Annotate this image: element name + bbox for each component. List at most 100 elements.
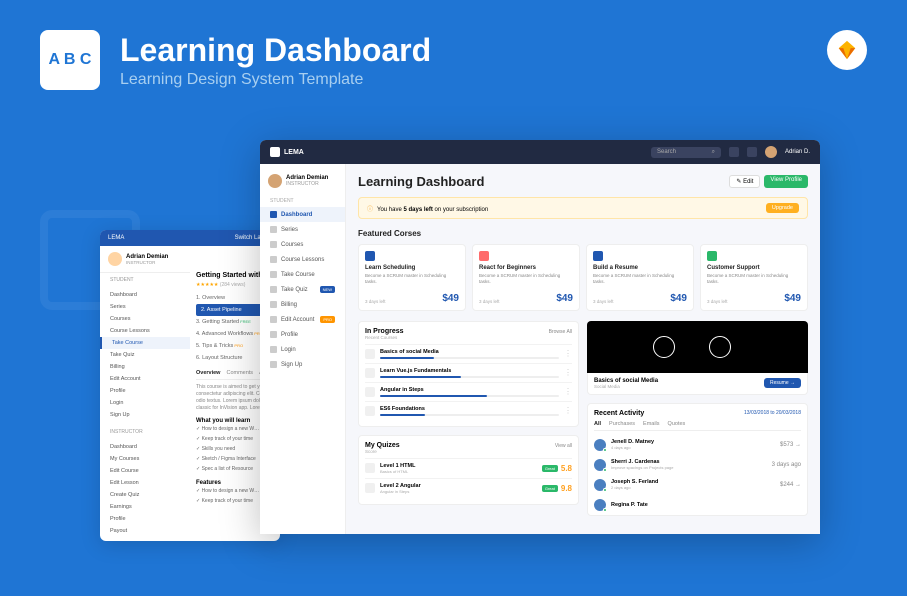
course-icon (365, 406, 375, 416)
sidebar-item-series[interactable]: Series (260, 222, 345, 237)
page-title: Learning Dashboard (358, 174, 484, 189)
sidebar-item-edit-account[interactable]: Edit AccountPRO (260, 312, 345, 327)
info-icon: ⓘ (367, 207, 373, 213)
back-brand: LEMA (108, 235, 124, 241)
view-all-link[interactable]: View all (555, 443, 572, 449)
nav-icon (270, 256, 277, 263)
nav-icon (270, 301, 277, 308)
card-desc: Become a SCRUM master in Scheduling task… (707, 273, 801, 285)
nav-icon (270, 346, 277, 353)
sidebar-item-sign-up[interactable]: Sign Up (260, 357, 345, 372)
progress-panel: In ProgressRecent Courses Browse All Bas… (358, 321, 579, 427)
hero: A B C Learning Dashboard Learning Design… (0, 0, 907, 120)
card-desc: Become a SCRUM master in Scheduling task… (593, 273, 687, 285)
price: $49 (670, 293, 687, 304)
search-input[interactable]: Search⌕ (651, 147, 721, 158)
view-profile-button[interactable]: View Profile (764, 175, 808, 188)
date-range[interactable]: 13/03/2018 to 20/03/2018 (744, 410, 801, 416)
score: 5.8 (561, 464, 572, 473)
sidebar-item-billing[interactable]: Billing (260, 297, 345, 312)
mockup-back: LEMA Switch Layout Adrian DemianINSTRUCT… (100, 230, 280, 541)
logo[interactable]: LEMA (270, 147, 304, 157)
nav-icon (270, 361, 277, 368)
days-left: 3 days left (593, 299, 614, 304)
more-icon[interactable]: ⋮ (564, 406, 572, 415)
avatar[interactable] (765, 146, 777, 158)
sidebar-item-login[interactable]: Login (260, 342, 345, 357)
nav-icon (270, 331, 277, 338)
activity-item[interactable]: Regina P. Tate (594, 495, 801, 515)
card-icon (479, 251, 489, 261)
calendar-icon[interactable] (747, 147, 757, 157)
days-left: 3 days left (707, 299, 728, 304)
nav-icon (270, 271, 277, 278)
badge: PRO (320, 316, 335, 323)
activity-price: $244 → (780, 482, 801, 488)
course-card[interactable]: Build a ResumeBecome a SCRUM master in S… (586, 244, 694, 311)
tab[interactable]: Overview (196, 370, 220, 376)
user-role: INSTRUCTOR (286, 181, 328, 187)
sidebar-label: STUDENT (260, 192, 345, 207)
progress-item[interactable]: Basics of social Media⋮ (365, 344, 572, 363)
search-icon: ⌕ (712, 149, 715, 156)
tab-all[interactable]: All (594, 421, 601, 427)
sidebar-item-dashboard[interactable]: Dashboard (260, 207, 345, 222)
nav-icon (270, 316, 277, 323)
card-desc: Become a SCRUM master in Scheduling task… (479, 273, 573, 285)
back-user-role: INSTRUCTOR (126, 260, 168, 265)
avatar (594, 439, 606, 451)
sidebar-user[interactable]: Adrian DemianINSTRUCTOR (260, 170, 345, 192)
activity-item[interactable]: Jenell D. Matney4 days ago$573 → (594, 435, 801, 455)
sidebar-item-take-quiz[interactable]: Take QuizNEW (260, 282, 345, 297)
tab-quotes[interactable]: Quotes (668, 421, 686, 427)
course-card[interactable]: Customer Support Become a SCRUM master in… (700, 244, 808, 311)
score: 9.8 (561, 484, 572, 493)
card-icon (593, 251, 603, 261)
cart-icon[interactable] (729, 147, 739, 157)
avatar (594, 479, 606, 491)
quiz-item[interactable]: Level 1 HTMLBasics of HTMLGreat5.8 (365, 458, 572, 478)
resume-button[interactable]: Resume → (764, 378, 801, 388)
progress-item[interactable]: ES6 Foundations⋮ (365, 401, 572, 420)
more-icon[interactable]: ⋮ (564, 387, 572, 396)
nav-icon (270, 226, 277, 233)
avatar (108, 252, 122, 266)
activity-price: 3 days ago (772, 462, 801, 468)
sidebar: Adrian DemianINSTRUCTOR STUDENT Dashboar… (260, 164, 346, 534)
quiz-item[interactable]: Level 2 AngularAngular in StepsGreat9.8 (365, 478, 572, 498)
edit-button[interactable]: ✎ Edit (729, 175, 760, 188)
sidebar-item[interactable]: Profile (100, 513, 280, 525)
more-icon[interactable]: ⋮ (564, 368, 572, 377)
course-card[interactable]: Learn SchedulingBecome a SCRUM master in… (358, 244, 466, 311)
avatar (268, 174, 282, 188)
tab-purchases[interactable]: Purchases (609, 421, 635, 427)
activity-item[interactable]: Joseph S. Ferland2 days ago$244 → (594, 475, 801, 495)
upgrade-button[interactable]: Upgrade (766, 203, 799, 213)
topbar-user[interactable]: Adrian D. (785, 149, 810, 155)
more-icon[interactable]: ⋮ (564, 349, 572, 358)
quiz-icon (365, 463, 375, 473)
price: $49 (442, 293, 459, 304)
activity-item[interactable]: Sherri J. CardenasImprove spacings on Pr… (594, 455, 801, 475)
tab[interactable]: Comments (226, 370, 253, 376)
sidebar-item-profile[interactable]: Profile (260, 327, 345, 342)
sidebar-item[interactable]: Payout (100, 525, 280, 537)
back-user-name: Adrian Demian (126, 254, 168, 260)
course-hero-image (587, 321, 808, 373)
price: $49 (784, 293, 801, 304)
score-badge: Great (542, 465, 558, 472)
tab-emails[interactable]: Emails (643, 421, 660, 427)
progress-item[interactable]: Angular in Steps⋮ (365, 382, 572, 401)
card-title: Customer Support (707, 265, 801, 271)
browse-all-link[interactable]: Browse All (549, 329, 572, 335)
sidebar-item-course-lessons[interactable]: Course Lessons (260, 252, 345, 267)
sidebar-item-courses[interactable]: Courses (260, 237, 345, 252)
featured-title: Featured Corses (358, 229, 808, 238)
quiz-icon (365, 483, 375, 493)
card-icon (365, 251, 375, 261)
progress-item[interactable]: Learn Vue.js Fundamentals⋮ (365, 363, 572, 382)
course-icon (365, 349, 375, 359)
sidebar-item-take-course[interactable]: Take Course (260, 267, 345, 282)
course-card[interactable]: React for BeginnersBecome a SCRUM master… (472, 244, 580, 311)
price: $49 (556, 293, 573, 304)
